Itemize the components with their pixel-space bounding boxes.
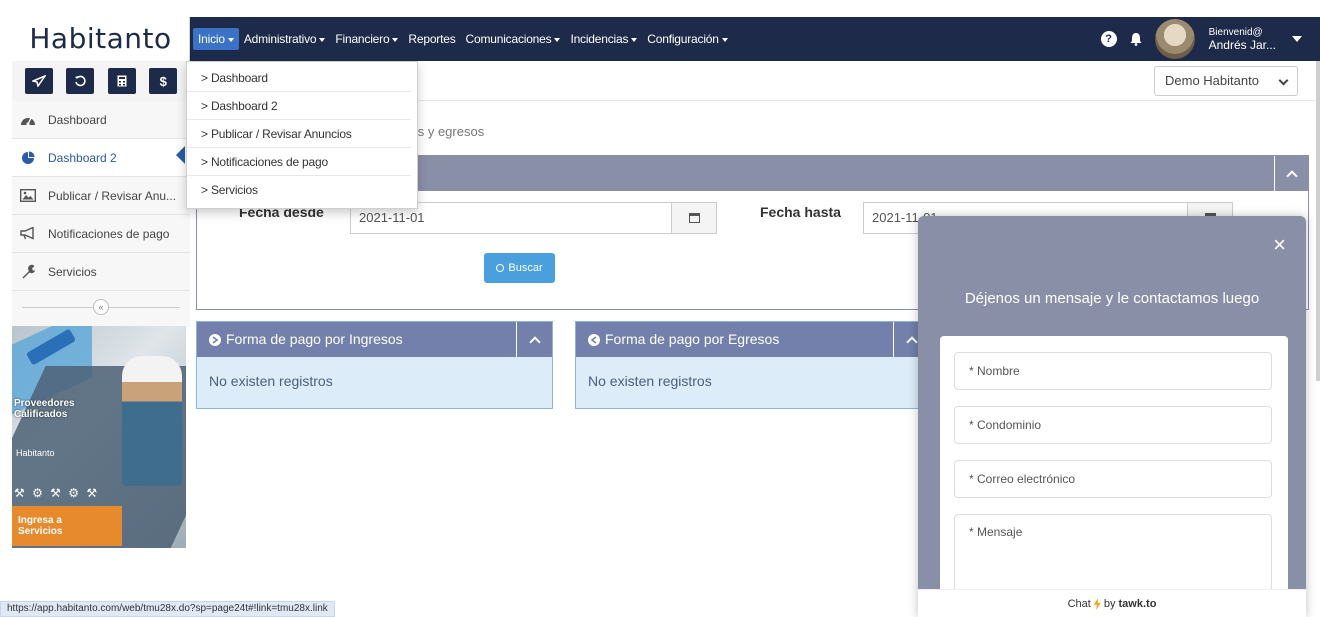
panel-empty-text: No existen registros xyxy=(209,373,333,389)
calculator-icon-glyph xyxy=(117,75,127,87)
bell-icon[interactable] xyxy=(1129,32,1143,46)
panel-title: Forma de pago por Ingresos xyxy=(226,331,403,347)
calendar-icon xyxy=(688,213,700,223)
chat-widget: × Déjenos un mensaje y le contactamos lu… xyxy=(918,216,1306,617)
active-item-pointer-icon xyxy=(176,146,185,164)
chevron-up-icon xyxy=(528,335,541,348)
sidebar-toolbar: $ xyxy=(12,61,190,101)
chat-title: Déjenos un mensaje y le contactamos lueg… xyxy=(964,290,1260,307)
nav-reportes[interactable]: Reportes xyxy=(403,28,460,50)
arrow-right-circle-icon xyxy=(209,333,221,346)
chat-message-field[interactable]: * Mensaje xyxy=(954,514,1272,596)
caret-down-icon xyxy=(721,37,728,42)
sidebar-item-label: Publicar / Revisar Anu... xyxy=(48,188,177,203)
sidebar-item-label: Servicios xyxy=(48,264,97,279)
user-area: ? Bienvenid@ Andrés Jar... xyxy=(1100,17,1320,61)
date-to-label: Fecha hasta xyxy=(760,204,841,220)
logo-strip xyxy=(0,17,12,61)
income-payment-panel: Forma de pago por Ingresos No existen re… xyxy=(196,321,553,409)
status-url: https://app.habitanto.com/web/tmu28x.do?… xyxy=(0,601,335,617)
caret-down-icon xyxy=(554,37,561,42)
date-from-calendar-button[interactable] xyxy=(671,202,717,234)
send-icon[interactable] xyxy=(24,68,53,94)
pie-chart-icon xyxy=(20,151,36,165)
promo-cta: Ingresa a Servicios xyxy=(12,506,122,546)
filter-collapse-button[interactable] xyxy=(1274,156,1308,191)
history-icon[interactable] xyxy=(66,68,95,94)
app-logo[interactable]: Habitanto xyxy=(12,17,190,61)
arrow-left-circle-icon xyxy=(588,333,600,346)
chat-name-field[interactable]: * Nombre xyxy=(954,352,1272,390)
menu-item-servicios[interactable]: > Servicios xyxy=(187,176,411,204)
sidebar-item-notificaciones[interactable]: Notificaciones de pago xyxy=(12,215,190,253)
avatar[interactable] xyxy=(1154,19,1195,59)
promo-title: Proveedores Calificados xyxy=(14,398,75,420)
image-icon xyxy=(20,189,36,203)
sidebar-item-publicar[interactable]: Publicar / Revisar Anu... xyxy=(12,177,190,215)
page-scrollbar[interactable] xyxy=(1316,61,1320,381)
menu-item-dashboard[interactable]: > Dashboard xyxy=(187,64,411,92)
sidebar-item-servicios[interactable]: Servicios xyxy=(12,253,190,291)
chat-condo-field[interactable]: * Condominio xyxy=(954,406,1272,444)
sidebar-collapse-button[interactable]: « xyxy=(93,299,109,315)
chat-footer[interactable]: Chat by tawk.to xyxy=(918,589,1306,617)
sidebar-item-dashboard-2[interactable]: Dashboard 2 xyxy=(12,139,190,177)
panel-title: Forma de pago por Egresos xyxy=(605,331,780,347)
chat-form: * Nombre * Condominio * Correo electróni… xyxy=(940,336,1288,596)
promo-worker-figure xyxy=(122,356,182,486)
promo-tools-icons: ⚒ ⚙ ⚒ ⚙ ⚒ xyxy=(14,486,100,500)
search-icon xyxy=(496,264,505,272)
caret-down-icon xyxy=(392,37,399,42)
sidebar-item-label: Dashboard 2 xyxy=(48,150,117,165)
wrench-icon xyxy=(20,264,36,279)
sidebar-item-dashboard[interactable]: Dashboard xyxy=(12,101,190,139)
promo-brand: Habitanto xyxy=(16,448,55,458)
calculator-icon[interactable] xyxy=(107,68,136,94)
chevron-down-icon xyxy=(1278,75,1289,86)
nav-administrativo[interactable]: Administrativo xyxy=(239,28,331,50)
search-button[interactable]: Buscar xyxy=(484,253,555,283)
caret-down-icon xyxy=(227,37,234,42)
welcome-text[interactable]: Bienvenid@ Andrés Jar... xyxy=(1209,26,1276,52)
menu-item-publicar-anuncios[interactable]: > Publicar / Revisar Anuncios xyxy=(187,120,411,148)
panel-empty-text: No existen registros xyxy=(588,373,712,389)
nav-incidencias[interactable]: Incidencias xyxy=(565,28,642,50)
panel-collapse-button[interactable] xyxy=(516,322,552,357)
chat-email-field[interactable]: * Correo electrónico xyxy=(954,460,1272,498)
caret-down-icon xyxy=(319,37,326,42)
question-circle-icon[interactable]: ? xyxy=(1100,31,1117,47)
chevron-up-icon xyxy=(1285,169,1298,182)
menu-item-dashboard-2[interactable]: > Dashboard 2 xyxy=(187,92,411,120)
panel-header: Forma de pago por Egresos xyxy=(576,322,929,357)
nav-comunicaciones[interactable]: Comunicaciones xyxy=(461,28,566,50)
main-nav: Inicio Administrativo Financiero Reporte… xyxy=(193,17,733,61)
dashboard-icon xyxy=(20,113,36,127)
sidebar: Dashboard Dashboard 2 Publicar / Revisar… xyxy=(12,101,190,327)
nav-inicio[interactable]: Inicio xyxy=(193,28,239,50)
inicio-dropdown-menu: > Dashboard > Dashboard 2 > Publicar / R… xyxy=(186,61,418,209)
sidebar-item-label: Dashboard xyxy=(48,112,107,127)
company-select[interactable]: Demo Habitanto xyxy=(1154,66,1298,96)
expense-payment-panel: Forma de pago por Egresos No existen reg… xyxy=(575,321,930,409)
panel-header: Forma de pago por Ingresos xyxy=(197,322,552,357)
close-icon[interactable]: × xyxy=(1273,234,1286,256)
nav-configuracion[interactable]: Configuración xyxy=(642,28,732,50)
sidebar-collapse-row: « xyxy=(12,291,190,323)
caret-down-icon xyxy=(631,37,638,42)
sidebar-item-label: Notificaciones de pago xyxy=(48,226,170,241)
send-icon-glyph xyxy=(31,75,46,87)
lightning-icon xyxy=(1093,598,1101,611)
megaphone-icon xyxy=(20,227,36,241)
promo-banner[interactable]: Proveedores Calificados Habitanto ⚒ ⚙ ⚒ … xyxy=(12,326,186,548)
user-menu-caret-icon[interactable] xyxy=(1292,36,1302,42)
history-icon-glyph xyxy=(75,75,86,87)
chevron-up-icon xyxy=(905,335,918,348)
nav-financiero[interactable]: Financiero xyxy=(330,28,403,50)
menu-item-notificaciones-pago[interactable]: > Notificaciones de pago xyxy=(187,148,411,176)
dollar-icon[interactable]: $ xyxy=(149,68,178,94)
